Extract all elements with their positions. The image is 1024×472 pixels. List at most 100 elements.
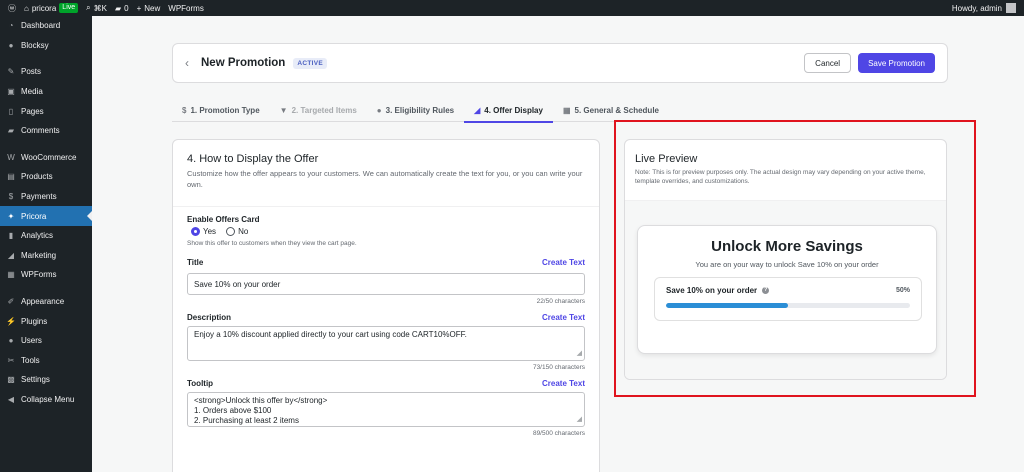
box-icon: ▤ xyxy=(7,172,15,182)
resize-handle-icon[interactable]: ◢ xyxy=(577,415,582,425)
dollar-icon: $ xyxy=(8,192,14,202)
sidebar-item-label: Dashboard xyxy=(21,21,61,31)
sidebar-item-label: Payments xyxy=(21,192,57,202)
site-link[interactable]: ⌂ pricora Live xyxy=(24,3,79,13)
description-value: Enjoy a 10% discount applied directly to… xyxy=(194,330,467,339)
sidebar-item-blocksy[interactable]: ● Blocksy xyxy=(0,36,92,56)
sidebar-item-label: Tools xyxy=(21,355,40,365)
tooltip-textarea[interactable]: <strong>Unlock this offer by</strong> 1.… xyxy=(187,392,585,427)
live-badge: Live xyxy=(59,3,79,13)
sidebar-item-label: Users xyxy=(21,336,42,346)
enable-no-radio[interactable]: No xyxy=(226,227,248,236)
pin-icon: ✎ xyxy=(7,67,15,77)
user-icon: ● xyxy=(376,105,382,115)
tab-general-schedule[interactable]: ▦ 5. General & Schedule xyxy=(553,98,669,122)
sidebar-item-label: Products xyxy=(21,172,53,182)
command-search[interactable]: ⌕ ⌘K xyxy=(86,3,107,13)
sidebar-item-comments[interactable]: ▰ Comments xyxy=(0,121,92,141)
sidebar-item-woocommerce[interactable]: W WooCommerce xyxy=(0,148,92,168)
sidebar-item-appearance[interactable]: ✐ Appearance xyxy=(0,292,92,312)
avatar xyxy=(1006,3,1016,13)
comment-icon: ▰ xyxy=(7,126,15,136)
enable-yes-radio[interactable]: Yes xyxy=(191,227,216,236)
tab-label: 3. Eligibility Rules xyxy=(385,105,455,115)
tag-icon: ✦ xyxy=(7,211,15,221)
settings-icon: ▩ xyxy=(7,375,15,385)
radio-unchecked-icon xyxy=(226,227,236,236)
account-menu[interactable]: Howdy, admin xyxy=(952,3,1016,13)
tab-label: 4. Offer Display xyxy=(484,105,543,115)
plug-icon: ⚡ xyxy=(6,316,16,326)
wpforms-link[interactable]: WPForms xyxy=(168,4,204,13)
calendar-icon: ▦ xyxy=(562,105,571,115)
sidebar-item-label: Plugins xyxy=(21,316,48,326)
title-input[interactable]: Save 10% on your order xyxy=(187,273,585,295)
megaphone-icon: ◢ xyxy=(474,105,481,115)
form-heading: 4. How to Display the Offer xyxy=(187,153,319,165)
sidebar-item-label: Pages xyxy=(21,106,44,116)
title-char-count: 22/50 characters xyxy=(536,298,585,305)
howdy-text: Howdy, admin xyxy=(951,3,1002,13)
comment-bubble-icon: ▰ xyxy=(114,3,122,13)
tab-eligibility-rules[interactable]: ● 3. Eligibility Rules xyxy=(367,98,464,122)
dollar-circle-icon: $ xyxy=(182,105,187,115)
description-label: Description xyxy=(187,313,232,322)
no-label: No xyxy=(238,227,249,236)
comments-count: 0 xyxy=(124,3,129,13)
sidebar-item-tools[interactable]: ✂ Tools xyxy=(0,351,92,371)
sidebar-item-users[interactable]: ● Users xyxy=(0,331,92,351)
highlight-box xyxy=(614,120,976,397)
comments-link[interactable]: ▰ 0 xyxy=(115,4,129,13)
sidebar-item-posts[interactable]: ✎ Posts xyxy=(0,62,92,82)
title-create-text-link[interactable]: Create Text xyxy=(542,258,585,267)
sidebar-item-label: Analytics xyxy=(21,231,54,241)
plus-icon: + xyxy=(136,3,142,13)
description-create-text-link[interactable]: Create Text xyxy=(542,313,585,322)
sidebar-item-pages[interactable]: ▯ Pages xyxy=(0,101,92,121)
sidebar-item-media[interactable]: ▣ Media xyxy=(0,82,92,102)
home-icon: ⌂ xyxy=(24,3,29,13)
new-content-link[interactable]: + New xyxy=(137,4,161,13)
page-icon: ▯ xyxy=(8,106,14,116)
tab-promotion-type[interactable]: $ 1. Promotion Type xyxy=(172,98,270,122)
sidebar-item-analytics[interactable]: ▮ Analytics xyxy=(0,226,92,246)
sidebar-item-dashboard[interactable]: ◔ Dashboard xyxy=(0,16,92,36)
description-textarea[interactable]: Enjoy a 10% discount applied directly to… xyxy=(187,326,585,361)
page-title: New Promotion xyxy=(201,57,286,69)
save-promotion-button[interactable]: Save Promotion xyxy=(858,53,935,73)
dashboard-icon: ◔ xyxy=(8,21,14,31)
woocommerce-icon: W xyxy=(7,152,15,162)
sidebar-item-collapse-menu[interactable]: ◀ Collapse Menu xyxy=(0,390,92,410)
sidebar-item-wpforms[interactable]: ▦ WPForms xyxy=(0,265,92,285)
tab-targeted-items[interactable]: ▼ 2. Targeted Items xyxy=(270,98,367,122)
tooltip-label: Tooltip xyxy=(187,379,214,388)
tab-offer-display[interactable]: ◢ 4. Offer Display xyxy=(464,98,553,123)
sidebar-item-pricora[interactable]: ✦ Pricora xyxy=(0,206,92,226)
sidebar-item-label: Blocksy xyxy=(21,40,49,50)
step-tabs: $ 1. Promotion Type ▼ 2. Targeted Items … xyxy=(172,98,948,123)
form-intro: Customize how the offer appears to your … xyxy=(187,169,583,189)
sidebar-item-label: WooCommerce xyxy=(21,152,77,162)
tooltip-line: 1. Orders above $100 xyxy=(194,406,272,415)
wordpress-logo-icon[interactable]: ⓦ xyxy=(8,3,16,14)
megaphone-icon: ◢ xyxy=(7,250,15,260)
yes-label: Yes xyxy=(203,227,217,236)
tab-label: 2. Targeted Items xyxy=(291,105,357,115)
sidebar-item-label: Appearance xyxy=(21,297,65,307)
new-label: New xyxy=(144,3,161,13)
sidebar-item-payments[interactable]: $ Payments xyxy=(0,187,92,207)
sidebar-item-plugins[interactable]: ⚡ Plugins xyxy=(0,311,92,331)
description-char-count: 73/150 characters xyxy=(532,364,585,371)
sidebar-item-label: Settings xyxy=(21,375,50,385)
chart-icon: ▮ xyxy=(8,231,14,241)
site-name: pricora xyxy=(31,3,57,13)
tooltip-create-text-link[interactable]: Create Text xyxy=(542,379,585,388)
back-chevron-icon[interactable]: ‹ xyxy=(185,56,189,70)
sidebar-item-marketing[interactable]: ◢ Marketing xyxy=(0,246,92,266)
cancel-button[interactable]: Cancel xyxy=(804,53,852,73)
enable-offers-label: Enable Offers Card xyxy=(187,215,260,224)
sidebar-item-products[interactable]: ▤ Products xyxy=(0,167,92,187)
sidebar-item-settings[interactable]: ▩ Settings xyxy=(0,370,92,390)
media-icon: ▣ xyxy=(7,87,15,97)
resize-handle-icon[interactable]: ◢ xyxy=(577,349,582,359)
